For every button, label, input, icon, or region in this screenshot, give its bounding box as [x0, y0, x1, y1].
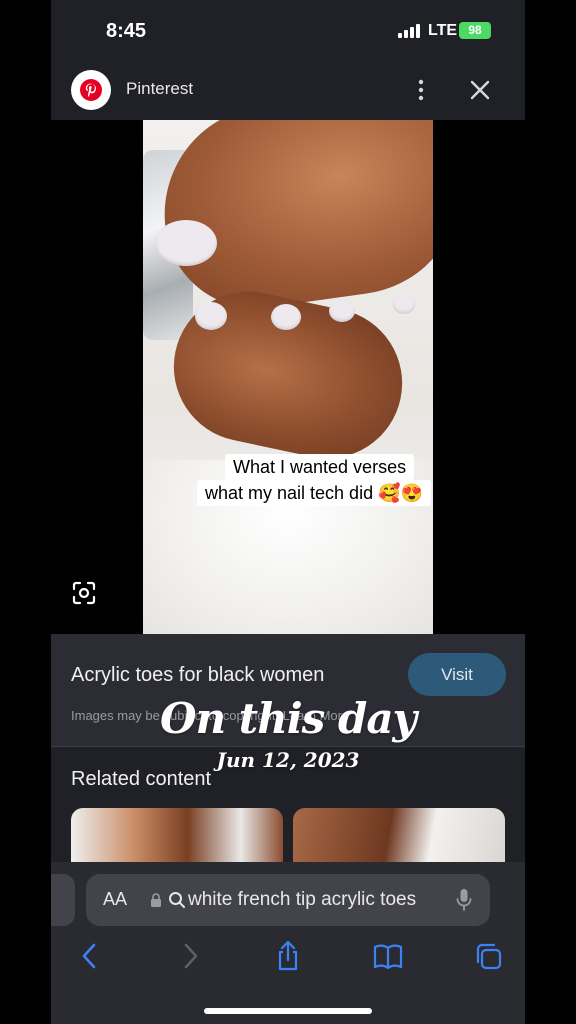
photo-nail: [155, 220, 217, 266]
mic-icon[interactable]: [456, 888, 472, 912]
caption-line-2: what my nail tech did 🥰😍: [197, 480, 431, 506]
reader-aa-button[interactable]: AA: [103, 889, 127, 910]
search-icon: [169, 892, 185, 908]
close-icon[interactable]: [467, 77, 493, 103]
memory-overlay-title: On this day: [160, 694, 417, 743]
visit-button[interactable]: Visit: [408, 653, 506, 696]
related-thumbnail[interactable]: [71, 808, 283, 868]
lens-icon[interactable]: [71, 580, 97, 606]
phone-screen: 8:45 LTE 98 Pinterest What I wanted vers…: [51, 0, 525, 1024]
photo-nail: [393, 296, 415, 314]
divider: [51, 746, 525, 747]
photo-nail: [195, 302, 227, 330]
status-bar: 8:45 LTE 98: [51, 0, 525, 62]
photo-nail: [329, 300, 355, 322]
signal-icon: [398, 24, 420, 38]
home-indicator[interactable]: [204, 1008, 372, 1014]
tabs-icon[interactable]: [473, 940, 503, 972]
photo-nail: [271, 304, 301, 330]
address-bar[interactable]: AA white french tip acrylic toes: [86, 874, 490, 926]
browser-header: Pinterest: [51, 62, 525, 120]
pin-photo[interactable]: [143, 120, 433, 634]
lock-icon: [151, 893, 161, 907]
back-icon[interactable]: [75, 940, 105, 972]
bookmarks-icon[interactable]: [373, 940, 403, 972]
status-time: 8:45: [106, 20, 147, 42]
caption-line-1: What I wanted verses: [225, 454, 415, 480]
pinterest-logo: [71, 70, 111, 110]
forward-icon[interactable]: [175, 940, 205, 972]
site-name: Pinterest: [126, 79, 194, 98]
related-thumbnail[interactable]: [293, 808, 505, 868]
previous-tab-stub[interactable]: [51, 874, 75, 926]
battery-icon: 98: [459, 22, 491, 39]
url-text[interactable]: white french tip acrylic toes: [188, 889, 440, 911]
browser-toolbar: AA white french tip acrylic toes: [51, 862, 525, 1024]
pin-title: Acrylic toes for black women: [71, 664, 325, 686]
network-label: LTE: [428, 22, 458, 39]
share-icon[interactable]: [273, 940, 303, 972]
pin-image-area: What I wanted verses what my nail tech d…: [51, 120, 525, 634]
more-icon[interactable]: [415, 78, 427, 102]
memory-overlay-date: Jun 12, 2023: [216, 748, 360, 772]
